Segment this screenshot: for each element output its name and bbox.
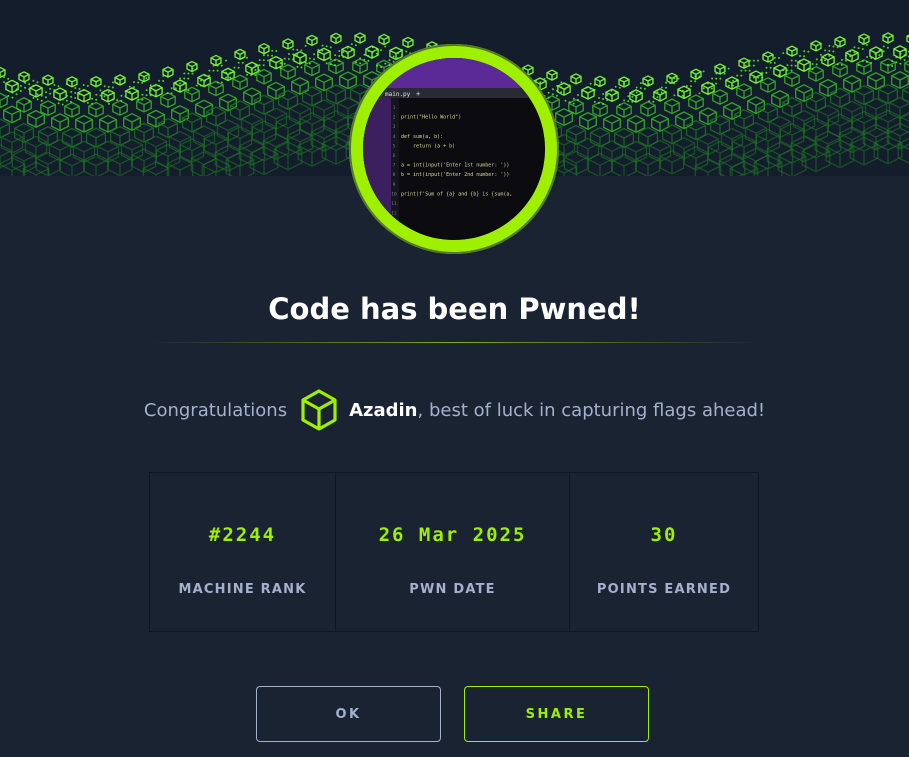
stat-pwn-date: 26 Mar 2025 PWN DATE [336, 473, 570, 631]
code-line: b = int(input('Enter 2nd number: ')) [401, 172, 509, 178]
stat-value: #2244 [208, 524, 277, 546]
stat-label: POINTS EARNED [596, 582, 732, 597]
congrats-suffix: , best of luck in capturing flags ahead! [417, 399, 766, 421]
line-number: 4 [393, 134, 396, 140]
editor-new-tab: + [416, 90, 420, 98]
stat-points-earned: 30 POINTS EARNED [570, 473, 758, 631]
page-title: Code has been Pwned! [268, 292, 641, 326]
editor-tab: main.py [385, 91, 411, 98]
code-line: def sum(a, b): [401, 134, 443, 140]
share-button[interactable]: SHARE [464, 686, 649, 742]
line-number: 1 [393, 105, 396, 111]
code-editor-icon: main.py + 12 print("Hello World")34 def su… [363, 58, 545, 240]
line-number: 3 [393, 124, 396, 130]
machine-avatar: main.py + 1 2 print("Hello World") 3 4 def su… [363, 58, 545, 240]
line-number: 12 [391, 211, 397, 217]
stat-machine-rank: #2244 MACHINE RANK [150, 473, 336, 631]
code-line: print(f'Sum of {a} and {b} is {sum(a, [401, 191, 512, 197]
ok-button[interactable]: OK [256, 686, 441, 742]
line-number: 9 [393, 182, 396, 188]
line-number: 7 [393, 163, 396, 169]
stat-label: MACHINE RANK [178, 582, 307, 597]
stat-value: 26 Mar 2025 [378, 524, 527, 546]
username-link[interactable]: Azadin [349, 400, 417, 421]
stat-label: PWN DATE [409, 582, 496, 597]
line-number: 10 [391, 191, 397, 197]
congrats-message: Congratulations Azadin , best of luck in… [0, 386, 909, 434]
title-divider [150, 342, 759, 343]
line-number: 8 [393, 172, 396, 178]
line-number: 6 [393, 153, 396, 159]
code-line: a = int(input('Enter 1st number: ')) [401, 163, 509, 169]
line-number: 2 [393, 115, 396, 121]
stats-panel: #2244 MACHINE RANK 26 Mar 2025 PWN DATE … [149, 472, 759, 632]
stat-value: 30 [650, 524, 678, 546]
line-number: 11 [391, 201, 397, 207]
congrats-prefix: Congratulations [143, 399, 288, 421]
code-line: return (a + b) [401, 143, 455, 149]
code-line: print("Hello World") [401, 115, 461, 121]
cube-icon [299, 388, 339, 432]
line-number: 5 [393, 143, 396, 149]
